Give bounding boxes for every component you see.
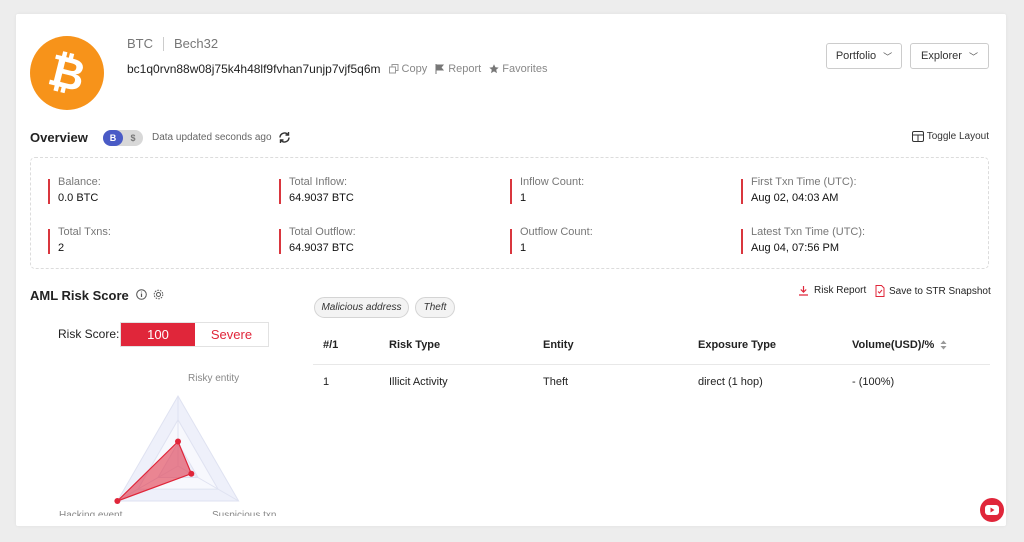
save-str-snapshot-button[interactable]: Save to STR Snapshot [875, 285, 991, 297]
aml-title-icons [136, 289, 170, 300]
copy-button[interactable]: Copy [388, 63, 427, 75]
sort-icon[interactable] [940, 340, 947, 350]
stat-outflow-count: Outflow Count: 1 [510, 226, 593, 255]
col-entity: Entity [533, 326, 688, 365]
col-index: #/1 [313, 326, 379, 365]
cell-exposure-type: direct (1 hop) [698, 376, 763, 389]
tag-malicious-address: Malicious address [314, 297, 409, 318]
tag-theft: Theft [415, 297, 455, 318]
report-button[interactable]: Report [435, 63, 481, 75]
stat-balance: Balance: 0.0 BTC [48, 176, 101, 205]
cell-risk-type: Illicit Activity [389, 376, 448, 389]
chain-name: BTC [127, 36, 153, 51]
stat-first-txn-time: First Txn Time (UTC): Aug 02, 04:03 AM [741, 176, 857, 205]
radar-axis-label: Hacking event [59, 510, 123, 516]
document-icon [875, 285, 885, 297]
overview-title: Overview [30, 130, 88, 145]
table-header-row: #/1 Risk Type Entity Exposure Type Volum… [313, 326, 990, 365]
risk-score-box: 100 Severe [120, 322, 269, 347]
radar-data-point [175, 438, 181, 445]
stat-total-txns: Total Txns: 2 [48, 226, 111, 255]
table-row: 1 Illicit Activity Theft direct (1 hop) … [313, 364, 990, 400]
address-card: ₿ BTC Bech32 bc1q0rvn88w08j75k4h48lf9fvh… [16, 14, 1006, 526]
col-volume[interactable]: Volume(USD)/% [842, 326, 990, 365]
risk-score-label: Risk Score: [58, 327, 120, 341]
download-icon [799, 286, 808, 296]
info-icon[interactable] [136, 289, 147, 300]
stat-latest-txn-time: Latest Txn Time (UTC): Aug 04, 07:56 PM [741, 226, 865, 255]
radar-data-point [114, 498, 121, 504]
currency-toggle[interactable]: B $ [103, 130, 143, 146]
aml-risk-score-title: AML Risk Score [30, 288, 129, 303]
risk-score-value: 100 [121, 323, 195, 346]
refresh-icon[interactable] [278, 131, 291, 147]
risk-radar-chart: Risky entity Suspicious txn Hacking event [59, 373, 276, 516]
risk-level: Severe [210, 327, 253, 342]
bitcoin-logo-icon: ₿ [30, 36, 104, 110]
wallet-address: bc1q0rvn88w08j75k4h48lf9fvhan7unjp7vjf5q… [127, 62, 381, 76]
overview-stats: Balance: 0.0 BTC Total Inflow: 64.9037 BTC… [30, 157, 989, 269]
stat-inflow-count: Inflow Count: 1 [510, 176, 584, 205]
col-exposure-type: Exposure Type [688, 326, 842, 365]
divider [163, 36, 164, 51]
chevron-down-icon: ﹀ [968, 51, 978, 62]
explorer-dropdown[interactable]: Explorer ﹀ [910, 43, 989, 69]
col-risk-type: Risk Type [379, 326, 533, 365]
copy-icon [388, 64, 399, 74]
gear-icon[interactable] [153, 289, 164, 300]
layout-icon [911, 131, 924, 142]
flag-icon [435, 64, 445, 74]
risk-table: #/1 Risk Type Entity Exposure Type Volum… [313, 326, 990, 400]
btc-option[interactable]: B [103, 130, 123, 146]
cell-entity: Theft [543, 376, 569, 389]
cell-index: 1 [323, 376, 330, 389]
favorites-button[interactable]: Favorites [489, 63, 548, 75]
stat-total-outflow: Total Outflow: 64.9037 BTC [279, 226, 356, 255]
youtube-icon[interactable] [980, 498, 1004, 522]
stat-total-inflow: Total Inflow: 64.9037 BTC [279, 176, 354, 205]
star-icon [489, 64, 499, 74]
address-type: Bech32 [174, 36, 219, 51]
radar-axis-label: Suspicious txn [212, 510, 276, 516]
radar-data-point [188, 470, 195, 477]
updated-status: Data updated seconds ago [152, 132, 272, 143]
chain-info: BTC Bech32 [127, 36, 218, 51]
cell-volume: - (100%) [852, 376, 895, 389]
toggle-layout-button[interactable]: Toggle Layout [911, 131, 989, 142]
address-row: bc1q0rvn88w08j75k4h48lf9fvhan7unjp7vjf5q… [127, 62, 556, 76]
chevron-down-icon: ﹀ [883, 51, 893, 62]
usd-option[interactable]: $ [123, 130, 143, 146]
radar-axis-label: Risky entity [188, 373, 239, 384]
risk-report-button[interactable]: Risk Report [798, 285, 866, 296]
portfolio-dropdown[interactable]: Portfolio ﹀ [826, 43, 902, 69]
